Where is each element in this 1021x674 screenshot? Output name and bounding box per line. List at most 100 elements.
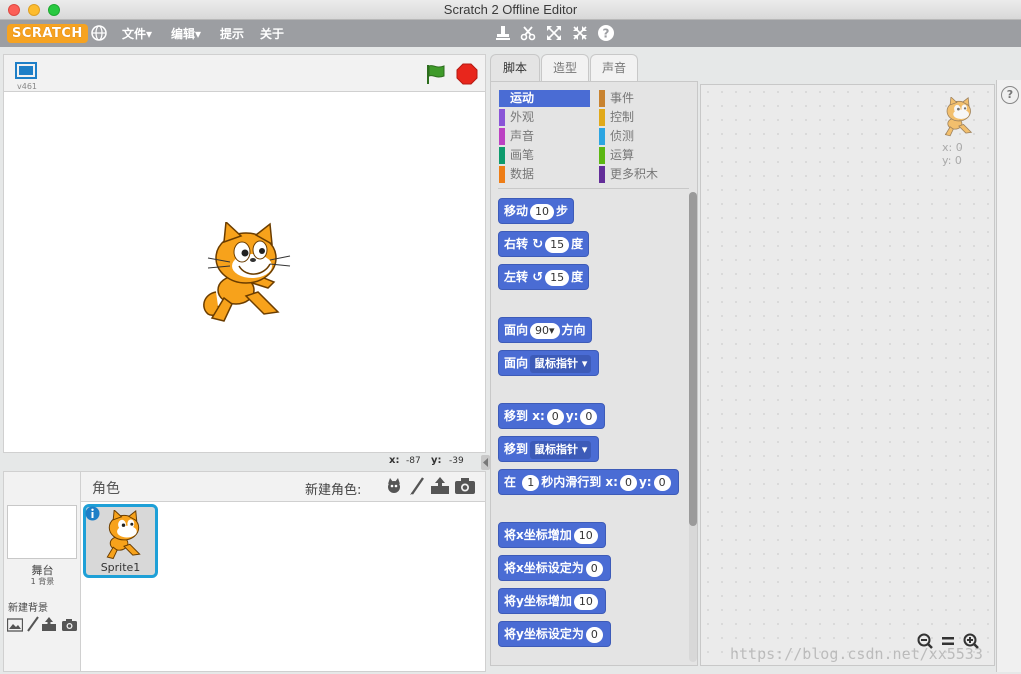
block-input[interactable]: 10 [573, 527, 598, 544]
block-text: 面向 [504, 356, 529, 370]
help-sidebar-icon[interactable]: ? [1001, 86, 1019, 104]
block-input[interactable]: 10 [573, 593, 598, 610]
block-go-to-xy[interactable]: 移到 x: 0 y: 0 [498, 403, 606, 429]
script-area[interactable]: x: 0 y: 0 [700, 84, 995, 666]
block-input[interactable]: 10 [530, 203, 555, 220]
cat-sprite-icon[interactable] [194, 220, 294, 324]
block-turn-left[interactable]: 左转 ↺ 15 度 [498, 264, 590, 290]
tab-sounds[interactable]: 声音 [590, 54, 638, 82]
menu-tips[interactable]: 提示 [220, 25, 244, 42]
block-input[interactable]: 15 [545, 236, 570, 253]
globe-icon[interactable] [90, 24, 108, 42]
block-change-y[interactable]: 将y坐标增加 10 [498, 588, 606, 614]
camera-new-sprite-icon[interactable] [454, 477, 476, 495]
collapse-stage-arrow-icon[interactable] [481, 455, 490, 470]
category-right-4[interactable]: 更多积木 [599, 166, 689, 183]
block-text: 右转 [504, 237, 529, 251]
category-color-bar [599, 147, 605, 164]
category-left-3[interactable]: 画笔 [499, 147, 589, 164]
block-set-y[interactable]: 将y坐标设定为 0 [498, 621, 611, 647]
block-text: 秒内滑行到 [541, 475, 602, 489]
block-go-to[interactable]: 移到 鼠标指针 ▾ [498, 436, 600, 462]
block-move[interactable]: 移动 10 步 [498, 198, 575, 224]
upload-sprite-icon[interactable] [429, 476, 451, 496]
category-right-0[interactable]: 事件 [599, 90, 689, 107]
category-right-3[interactable]: 运算 [599, 147, 689, 164]
block-input[interactable]: 1 [522, 474, 540, 491]
new-backdrop-label: 新建背景 [8, 603, 48, 614]
menu-edit[interactable]: 编辑▾ [171, 25, 201, 42]
delete-scissors-icon[interactable] [519, 24, 537, 42]
palette-scrollbar-thumb[interactable] [689, 192, 697, 526]
sprite-x-readout: x: 0 [942, 141, 963, 154]
tab-costumes[interactable]: 造型 [541, 54, 589, 82]
duplicate-stamp-icon[interactable] [494, 24, 512, 42]
block-input[interactable]: 0 [585, 626, 603, 643]
upload-backdrop-icon[interactable] [41, 616, 57, 632]
tab-scripts[interactable]: 脚本 [490, 54, 540, 83]
presentation-mode-icon[interactable] [14, 61, 38, 81]
block-text: x: [532, 409, 545, 423]
scratch-logo[interactable]: SCRATCH [7, 24, 88, 43]
menu-file[interactable]: 文件▾ [122, 25, 152, 42]
palette-scrollbar[interactable] [689, 192, 697, 662]
block-turn-right[interactable]: 右转 ↻ 15 度 [498, 231, 590, 257]
block-input[interactable]: 0 [619, 474, 637, 491]
block-point-towards[interactable]: 面向 鼠标指针 ▾ [498, 350, 600, 376]
category-color-bar [499, 109, 505, 126]
menu-about[interactable]: 关于 [260, 25, 284, 42]
green-flag-icon[interactable] [424, 62, 448, 86]
block-glide[interactable]: 在 1 秒内滑行到 x: 0 y: 0 [498, 469, 679, 495]
category-label: 数据 [510, 167, 535, 181]
block-dropdown[interactable]: 鼠标指针 ▾ [530, 354, 592, 373]
block-input[interactable]: 0 [585, 560, 603, 577]
block-text: 左转 [504, 270, 529, 284]
category-right-1[interactable]: 控制 [599, 109, 689, 126]
stage-canvas[interactable] [3, 91, 486, 453]
stage-thumbnail[interactable] [7, 505, 77, 559]
category-color-bar [499, 90, 505, 107]
backdrop-library-icon[interactable] [6, 618, 24, 632]
category-label: 声音 [510, 129, 535, 143]
category-left-0[interactable]: 运动 [499, 90, 590, 107]
sprite-library-icon[interactable] [384, 476, 404, 496]
block-text: 将y坐标增加 [504, 594, 572, 608]
svg-text:?: ? [603, 27, 610, 41]
window-title: Scratch 2 Offline Editor [443, 2, 578, 17]
block-input[interactable]: 15 [545, 269, 570, 286]
block-point-in-direction[interactable]: 面向 90▾ 方向 [498, 317, 592, 343]
category-right-2[interactable]: 侦测 [599, 128, 689, 145]
help-icon[interactable]: ? [597, 24, 615, 42]
category-left-2[interactable]: 声音 [499, 128, 589, 145]
new-sprite-label: 新建角色: [305, 483, 362, 498]
block-input[interactable]: 0 [546, 408, 564, 425]
shrink-icon[interactable] [571, 24, 589, 42]
block-text: y: [638, 475, 652, 489]
mouse-x-label: x: [389, 455, 400, 466]
block-dropdown[interactable]: 鼠标指针 ▾ [530, 440, 592, 459]
paint-backdrop-icon[interactable] [26, 616, 40, 632]
category-color-bar [599, 166, 605, 183]
mouse-y-value: -39 [449, 456, 464, 466]
block-text: 将y坐标设定为 [504, 627, 584, 641]
block-input[interactable]: 0 [580, 408, 598, 425]
block-input[interactable]: 90▾ [530, 322, 560, 339]
category-left-4[interactable]: 数据 [499, 166, 589, 183]
paint-new-sprite-icon[interactable] [408, 476, 426, 496]
block-text: 移动 [504, 204, 529, 218]
menu-bar: SCRATCH 文件▾ 编辑▾ 提示 关于 ? [0, 20, 1021, 47]
camera-backdrop-icon[interactable] [61, 618, 78, 632]
window-titlebar: Scratch 2 Offline Editor [0, 0, 1021, 20]
category-color-bar [599, 128, 605, 145]
stop-sign-icon[interactable] [456, 63, 478, 85]
category-left-1[interactable]: 外观 [499, 109, 589, 126]
sprites-title: 角色 [92, 481, 120, 497]
block-set-x[interactable]: 将x坐标设定为 0 [498, 555, 611, 581]
block-change-x[interactable]: 将x坐标增加 10 [498, 522, 606, 548]
sprite-tile-sprite1[interactable]: Sprite1 [83, 504, 158, 578]
grow-icon[interactable] [545, 24, 563, 42]
block-input[interactable]: 0 [653, 474, 671, 491]
block-text: 移到 [504, 409, 529, 423]
rotate-counterclockwise-icon: ↺ [532, 270, 544, 285]
category-label: 控制 [610, 110, 635, 124]
